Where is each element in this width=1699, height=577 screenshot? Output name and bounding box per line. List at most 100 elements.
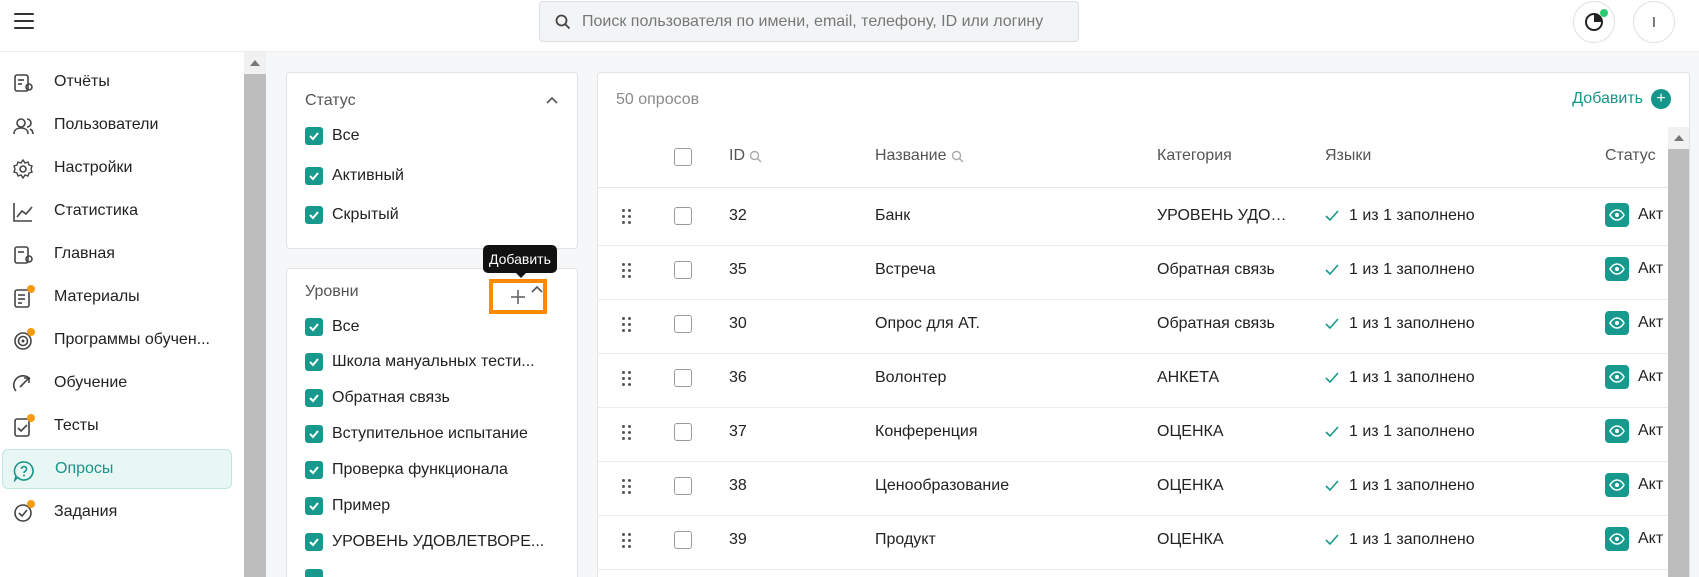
plus-icon: [511, 289, 525, 304]
table-row[interactable]: 32 Банк УРОВЕНЬ УДОВ... 1 из 1 заполнено…: [598, 188, 1689, 246]
level-option[interactable]: Все: [305, 316, 565, 338]
checkbox[interactable]: [305, 206, 323, 224]
search-icon[interactable]: [951, 150, 964, 163]
search-input[interactable]: [582, 2, 1072, 41]
scroll-up-button[interactable]: [1668, 127, 1689, 149]
level-option[interactable]: Обратная связь: [305, 387, 565, 409]
table-row[interactable]: 37 Конференция ОЦЕНКА 1 из 1 заполнено А…: [598, 404, 1689, 462]
checkbox[interactable]: [305, 461, 323, 479]
column-header-languages[interactable]: Языки: [1325, 147, 1371, 165]
sidebar-item-statistics[interactable]: Статистика: [2, 191, 232, 231]
cell-category: ОЦЕНКА: [1157, 423, 1224, 440]
row-checkbox[interactable]: [674, 315, 692, 333]
avatar[interactable]: I: [1633, 1, 1675, 43]
checkbox[interactable]: [305, 389, 323, 407]
table-row[interactable]: 30 Опрос для АТ. Обратная связь 1 из 1 з…: [598, 296, 1689, 354]
column-header-id[interactable]: ID: [729, 147, 762, 165]
select-all-checkbox[interactable]: [674, 148, 692, 166]
sidebar-item-label: Программы обучен...: [54, 331, 210, 348]
cell-name[interactable]: Конференция: [875, 423, 978, 441]
cell-name[interactable]: Банк: [875, 207, 910, 225]
table-row[interactable]: 39 Продукт ОЦЕНКА 1 из 1 заполнено Акт: [598, 512, 1689, 570]
filters-scrollbar[interactable]: [244, 52, 266, 577]
checkbox[interactable]: [305, 569, 323, 577]
table-row[interactable]: 35 Встреча Обратная связь 1 из 1 заполне…: [598, 242, 1689, 300]
column-header-name[interactable]: Название: [875, 147, 964, 165]
cell-name[interactable]: Встреча: [875, 261, 936, 279]
sidebar-item-users[interactable]: Пользователи: [2, 105, 232, 145]
drag-handle-icon[interactable]: [622, 479, 632, 495]
checkbox[interactable]: [305, 318, 323, 336]
checkbox[interactable]: [305, 127, 323, 145]
check-icon: [1325, 480, 1339, 492]
row-checkbox[interactable]: [674, 423, 692, 441]
sidebar-item-programs[interactable]: Программы обучен...: [2, 320, 232, 360]
level-option[interactable]: [305, 567, 565, 577]
sidebar-item-reports[interactable]: Отчёты: [2, 62, 232, 102]
status-option-active[interactable]: Активный: [305, 165, 565, 187]
sidebar-item-home[interactable]: Главная: [2, 234, 232, 274]
checkbox[interactable]: [305, 167, 323, 185]
cell-status[interactable]: Акт: [1605, 257, 1663, 281]
cell-name[interactable]: Опрос для АТ.: [875, 315, 980, 333]
drag-handle-icon[interactable]: [622, 209, 632, 225]
cell-status[interactable]: Акт: [1605, 473, 1663, 497]
timer-button[interactable]: [1573, 1, 1615, 43]
sidebar-item-settings[interactable]: Настройки: [2, 148, 232, 188]
level-option[interactable]: УРОВЕНЬ УДОВЛЕТВОРЕ...: [305, 531, 565, 553]
check-icon: [1325, 426, 1339, 438]
cell-status[interactable]: Акт: [1605, 419, 1663, 443]
cell-status[interactable]: Акт: [1605, 311, 1663, 335]
sidebar-item-label: Материалы: [54, 288, 140, 305]
add-level-button[interactable]: [489, 279, 547, 314]
drag-handle-icon[interactable]: [622, 317, 632, 333]
row-checkbox[interactable]: [674, 207, 692, 225]
table-row[interactable]: 36 Волонтер АНКЕТА 1 из 1 заполнено Акт: [598, 350, 1689, 408]
home-doc-icon: [14, 246, 33, 264]
sidebar-item-tasks[interactable]: Задания: [2, 492, 232, 532]
drag-handle-icon[interactable]: [622, 263, 632, 279]
drag-handle-icon[interactable]: [622, 425, 632, 441]
sidebar-item-surveys[interactable]: Опросы: [2, 449, 232, 489]
checkbox-label: Вступительное испытание: [332, 425, 528, 442]
search-icon[interactable]: [749, 150, 762, 163]
table-scrollbar[interactable]: [1668, 127, 1689, 577]
cell-status[interactable]: Акт: [1605, 527, 1663, 551]
sidebar-item-label: Отчёты: [54, 73, 110, 90]
gear-icon: [13, 158, 33, 180]
chevron-up-icon[interactable]: [546, 95, 558, 107]
sidebar-item-materials[interactable]: Материалы: [2, 277, 232, 317]
status-option-hidden[interactable]: Скрытый: [305, 204, 565, 226]
sidebar-item-learning[interactable]: Обучение: [2, 363, 232, 403]
languages-text: 1 из 1 заполнено: [1349, 369, 1475, 386]
sidebar-item-tests[interactable]: Тесты: [2, 406, 232, 446]
column-header-label: Языки: [1325, 147, 1372, 164]
level-option[interactable]: Проверка функционала: [305, 459, 565, 481]
drag-handle-icon[interactable]: [622, 371, 632, 387]
level-option[interactable]: Школа мануальных тести...: [305, 351, 565, 373]
column-header-category[interactable]: Категория: [1157, 147, 1232, 165]
row-checkbox[interactable]: [674, 369, 692, 387]
add-survey-button[interactable]: Добавить +: [1572, 89, 1671, 109]
cell-name[interactable]: Ценообразование: [875, 477, 1009, 495]
column-header-status[interactable]: Статус: [1605, 147, 1656, 165]
row-checkbox[interactable]: [674, 477, 692, 495]
checkbox[interactable]: [305, 353, 323, 371]
checkbox[interactable]: [305, 533, 323, 551]
row-checkbox[interactable]: [674, 531, 692, 549]
level-option[interactable]: Вступительное испытание: [305, 423, 565, 445]
menu-icon[interactable]: [14, 13, 34, 29]
scroll-up-button[interactable]: [244, 52, 266, 74]
drag-handle-icon[interactable]: [622, 533, 632, 549]
checkbox[interactable]: [305, 425, 323, 443]
checkbox[interactable]: [305, 497, 323, 515]
cell-status[interactable]: Акт: [1605, 203, 1663, 227]
cell-name[interactable]: Продукт: [875, 531, 936, 549]
row-checkbox[interactable]: [674, 261, 692, 279]
status-option-all[interactable]: Все: [305, 125, 565, 147]
table-row[interactable]: 38 Ценообразование ОЦЕНКА 1 из 1 заполне…: [598, 458, 1689, 516]
cell-status[interactable]: Акт: [1605, 365, 1663, 389]
search-box[interactable]: [539, 1, 1079, 42]
level-option[interactable]: Пример: [305, 495, 565, 517]
cell-name[interactable]: Волонтер: [875, 369, 946, 387]
